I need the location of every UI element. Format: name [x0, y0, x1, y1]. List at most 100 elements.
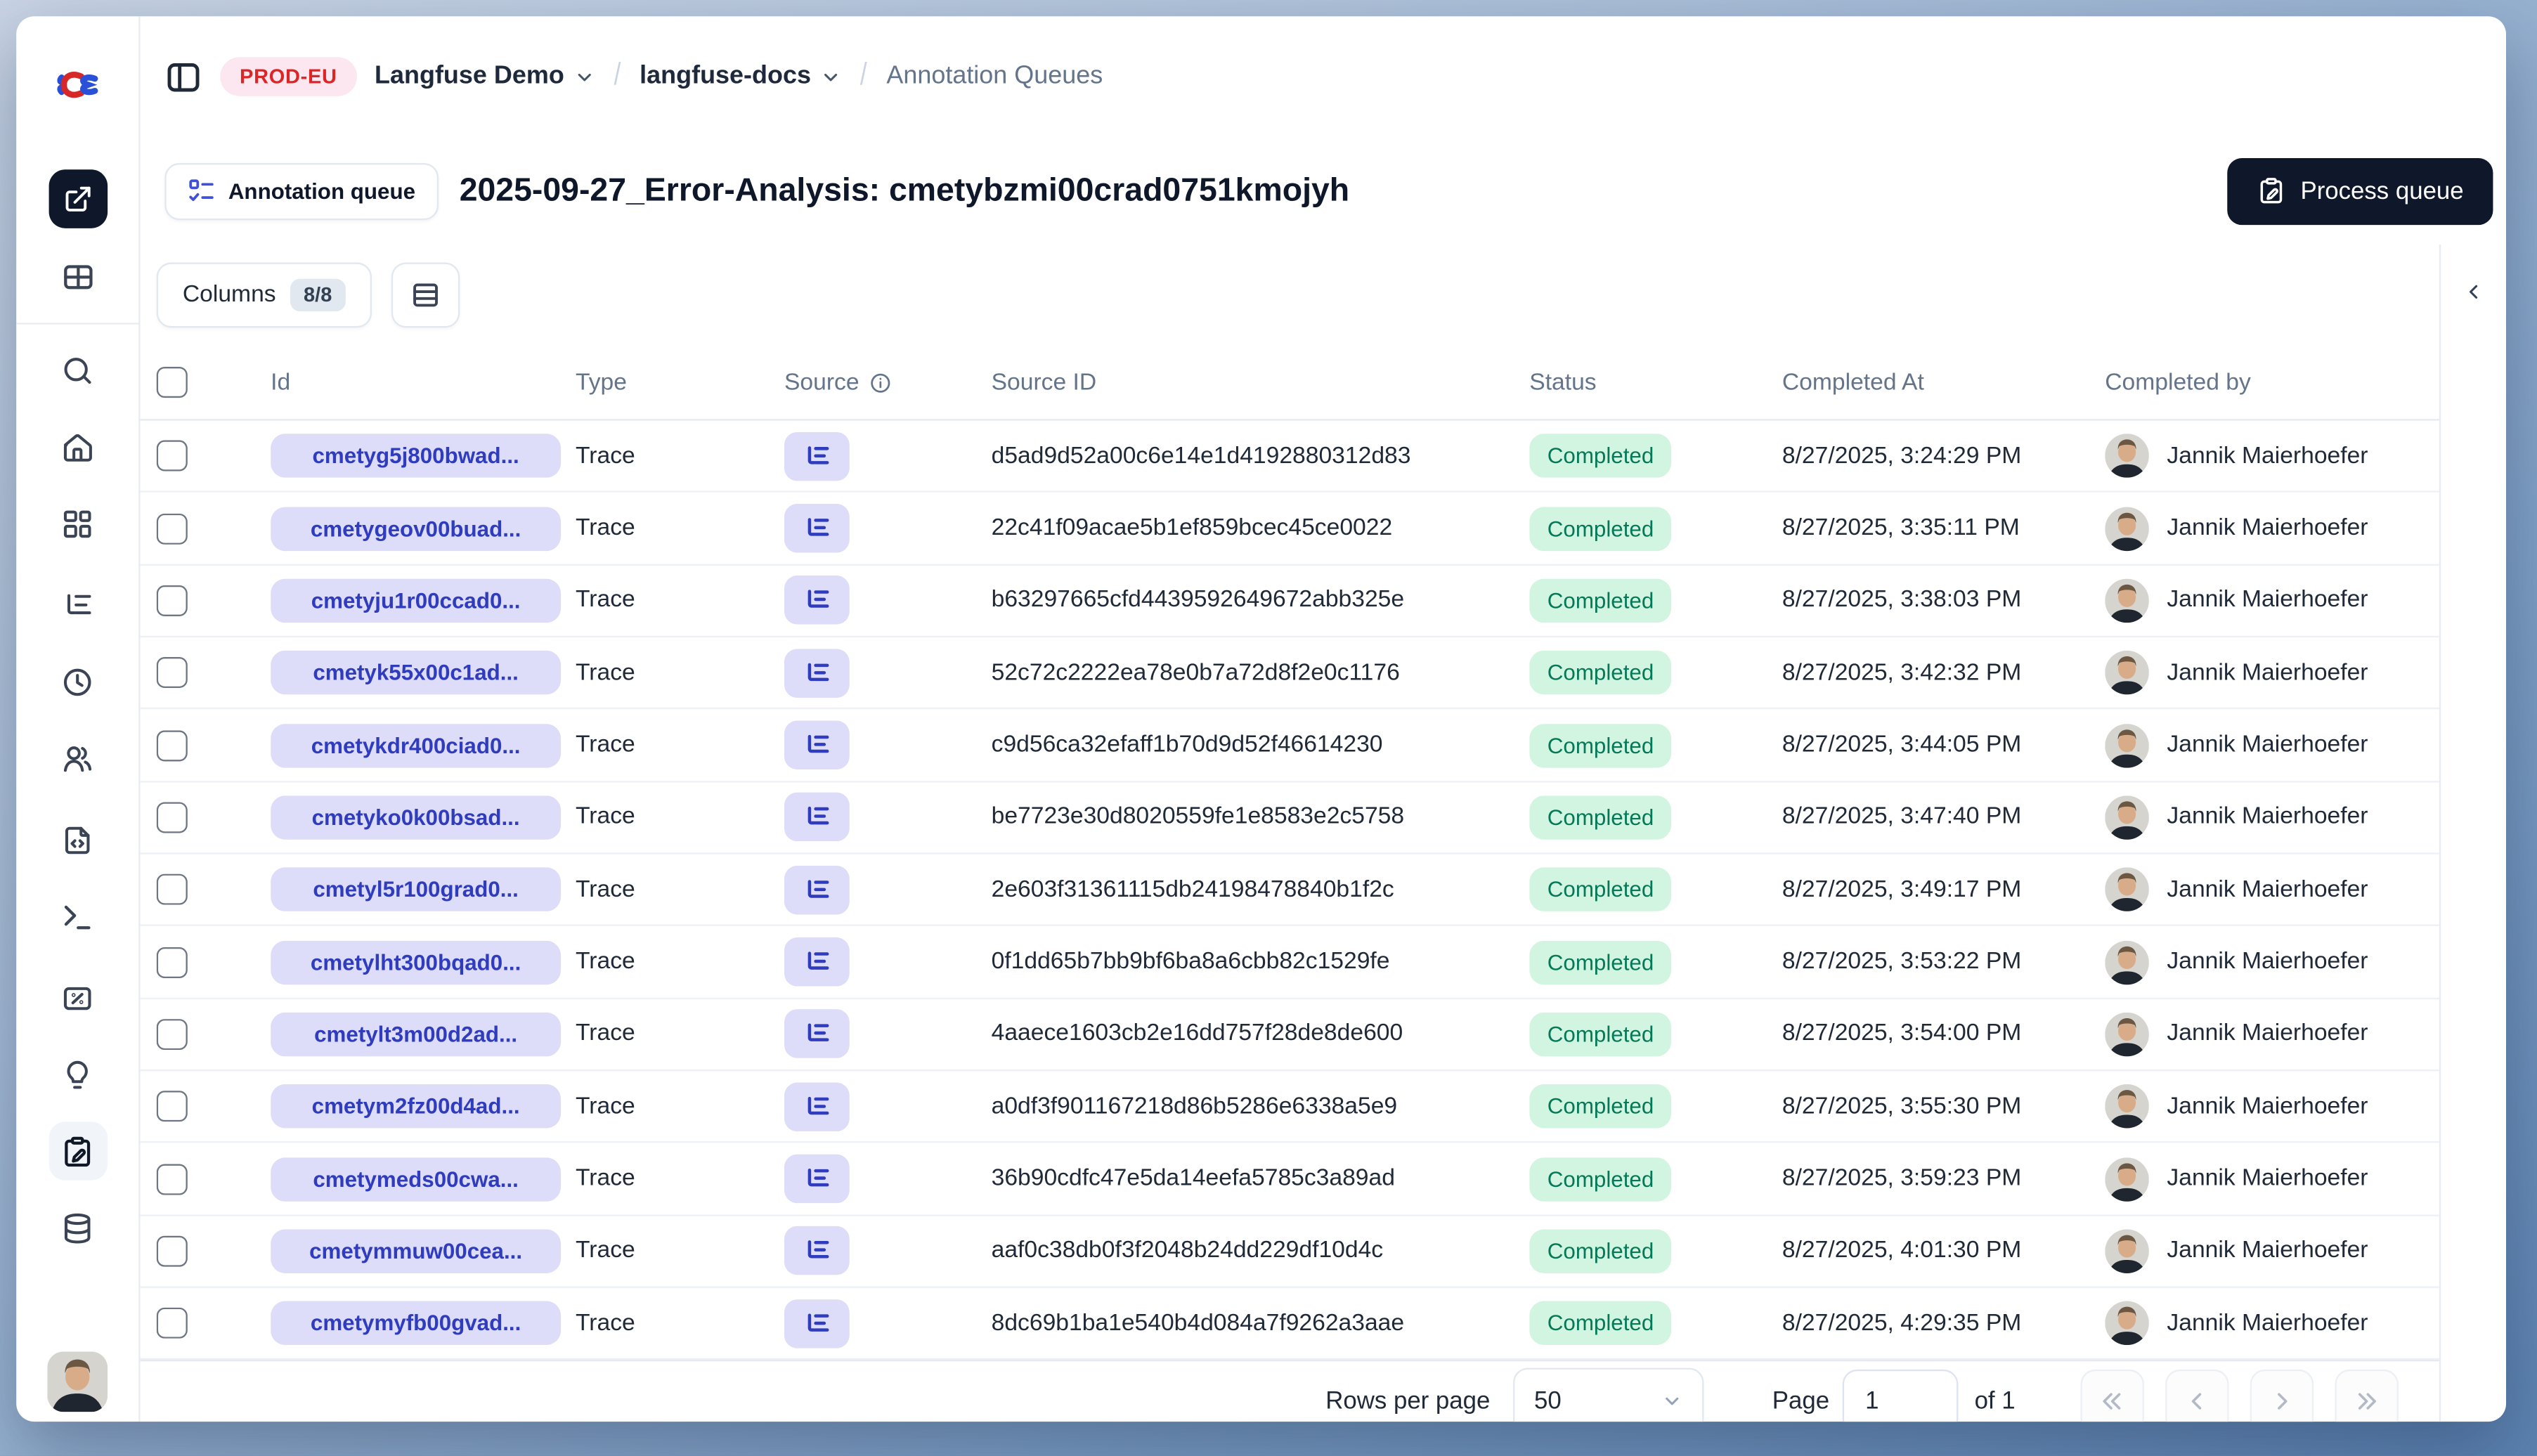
row-checkbox[interactable] [156, 440, 188, 472]
avatar [2105, 867, 2149, 912]
table-view-button[interactable] [48, 248, 107, 307]
pagination-bar: Rows per page 50 Page of 1 [140, 1360, 2439, 1422]
item-id-link[interactable]: cmetygeov00buad... [271, 506, 562, 551]
row-checkbox[interactable] [156, 1235, 188, 1267]
trace-source-chip[interactable] [784, 720, 850, 770]
item-id-link[interactable]: cmetyg5j800bwad... [271, 434, 562, 479]
item-id-link[interactable]: cmetylht300bqad0... [271, 940, 562, 984]
org-selector[interactable]: Langfuse Demo [375, 62, 595, 91]
row-checkbox[interactable] [156, 1018, 188, 1050]
columns-button[interactable]: Columns 8/8 [156, 262, 372, 328]
source-id-cell: a0df3f901167218d86b5286e6338a5e9 [991, 1093, 1398, 1120]
sidebar-item-playground[interactable] [48, 887, 107, 946]
completed-at-cell: 8/27/2025, 4:29:35 PM [1782, 1310, 2022, 1337]
trace-source-chip[interactable] [784, 576, 850, 625]
trace-source-chip[interactable] [784, 431, 850, 481]
table-row: cmetyg5j800bwad... Trace d5ad9d52a00c6e1… [140, 421, 2439, 493]
next-page-button[interactable] [2250, 1369, 2314, 1422]
langfuse-logo[interactable] [56, 62, 98, 108]
trace-source-chip[interactable] [784, 648, 850, 698]
item-id-link[interactable]: cmetyk55x00c1ad... [271, 651, 562, 695]
list-tree-icon [807, 1169, 829, 1187]
page-number-input[interactable] [1842, 1369, 1959, 1422]
sidebar-toggle-button[interactable] [164, 58, 202, 95]
trace-source-chip[interactable] [784, 1299, 850, 1348]
trace-source-chip[interactable] [784, 1082, 850, 1131]
item-id-link[interactable]: cmetymmuw00cea... [271, 1229, 562, 1273]
breadcrumb-separator: / [614, 58, 621, 93]
rows-per-page-select[interactable]: 50 [1512, 1367, 1704, 1422]
avatar [2105, 434, 2149, 479]
previous-page-button[interactable] [2165, 1369, 2229, 1422]
row-checkbox[interactable] [156, 874, 188, 906]
list-tree-icon [807, 1241, 829, 1259]
item-id-link[interactable]: cmetyl5r100grad0... [271, 867, 562, 912]
item-id-link[interactable]: cmetyko0k00bsad... [271, 795, 562, 840]
sidebar-item-annotation-queues[interactable] [48, 1122, 107, 1181]
completed-by-cell: Jannik Maierhoefer [2167, 804, 2368, 831]
first-page-button[interactable] [2080, 1369, 2144, 1422]
sidebar-item-evaluators[interactable] [48, 968, 107, 1027]
sidebar-item-sessions[interactable] [48, 652, 107, 711]
open-external-button[interactable] [48, 169, 107, 228]
chevron-left-icon [2191, 1393, 2202, 1410]
type-cell: Trace [575, 732, 635, 758]
sidebar-item-users[interactable] [48, 729, 107, 788]
item-id-link[interactable]: cmetykdr400ciad0... [271, 723, 562, 767]
item-id-link[interactable]: cmetylt3m00d2ad... [271, 1012, 562, 1057]
trace-source-chip[interactable] [784, 1010, 850, 1059]
user-avatar[interactable] [47, 1351, 108, 1412]
row-checkbox[interactable] [156, 802, 188, 833]
last-page-button[interactable] [2335, 1369, 2399, 1422]
sidebar-item-insights[interactable] [48, 1045, 107, 1104]
table-row: cmetymyfb00gvad... Trace 8dc69b1ba1e540b… [140, 1288, 2439, 1361]
row-height-button[interactable] [390, 262, 460, 328]
column-header-id: Id [271, 369, 291, 396]
clock-icon [63, 668, 91, 696]
row-checkbox[interactable] [156, 1091, 188, 1122]
item-id-link[interactable]: cmetyju1r00ccad0... [271, 578, 562, 623]
row-checkbox[interactable] [156, 1308, 188, 1339]
row-checkbox[interactable] [156, 585, 188, 616]
completed-at-cell: 8/27/2025, 3:42:32 PM [1782, 659, 2022, 687]
completed-by-cell: Jannik Maierhoefer [2167, 1166, 2368, 1192]
completed-by-cell: Jannik Maierhoefer [2167, 659, 2368, 687]
row-checkbox[interactable] [156, 657, 188, 689]
trace-source-chip[interactable] [784, 1226, 850, 1276]
project-selector[interactable]: langfuse-docs [640, 62, 842, 91]
sidebar-item-dashboards[interactable] [48, 494, 107, 553]
chevron-down-icon [1661, 1391, 1682, 1412]
breadcrumb-page[interactable]: Annotation Queues [886, 62, 1103, 91]
row-checkbox[interactable] [156, 946, 188, 978]
source-id-cell: 22c41f09acae5b1ef859bcec45ce0022 [991, 515, 1393, 542]
avatar [2105, 1301, 2149, 1346]
item-id-link[interactable]: cmetym2fz00d4ad... [271, 1084, 562, 1129]
trace-source-chip[interactable] [784, 793, 850, 843]
sidebar-item-home[interactable] [48, 417, 107, 476]
right-panel-strip [2439, 245, 2506, 1422]
annotation-queue-badge: Annotation queue [164, 162, 439, 220]
sidebar-item-search[interactable] [48, 341, 107, 400]
trace-source-chip[interactable] [784, 937, 850, 987]
source-id-cell: aaf0c38db0f3f2048b24dd229df10d4c [991, 1238, 1384, 1265]
item-id-link[interactable]: cmetymeds00cwa... [271, 1157, 562, 1202]
sidebar-item-tracing[interactable] [48, 576, 107, 635]
process-queue-button[interactable]: Process queue [2227, 157, 2493, 225]
row-checkbox[interactable] [156, 512, 188, 544]
completed-by-cell: Jannik Maierhoefer [2167, 1021, 2368, 1048]
item-id-link[interactable]: cmetymyfb00gvad... [271, 1301, 562, 1346]
row-checkbox[interactable] [156, 729, 188, 761]
trace-source-chip[interactable] [784, 865, 850, 914]
completed-at-cell: 8/27/2025, 3:35:11 PM [1782, 515, 2020, 542]
trace-source-chip[interactable] [784, 1154, 850, 1204]
collapse-panel-button[interactable] [2452, 271, 2494, 313]
trace-source-chip[interactable] [784, 503, 850, 553]
row-height-icon [413, 283, 438, 307]
list-tree-icon [807, 951, 829, 970]
completed-at-cell: 8/27/2025, 3:59:23 PM [1782, 1166, 2022, 1192]
sidebar-item-datasets[interactable] [48, 1198, 107, 1257]
select-all-checkbox[interactable] [156, 367, 188, 398]
status-badge: Completed [1529, 723, 1672, 767]
row-checkbox[interactable] [156, 1163, 188, 1195]
sidebar-item-prompts[interactable] [48, 810, 107, 869]
